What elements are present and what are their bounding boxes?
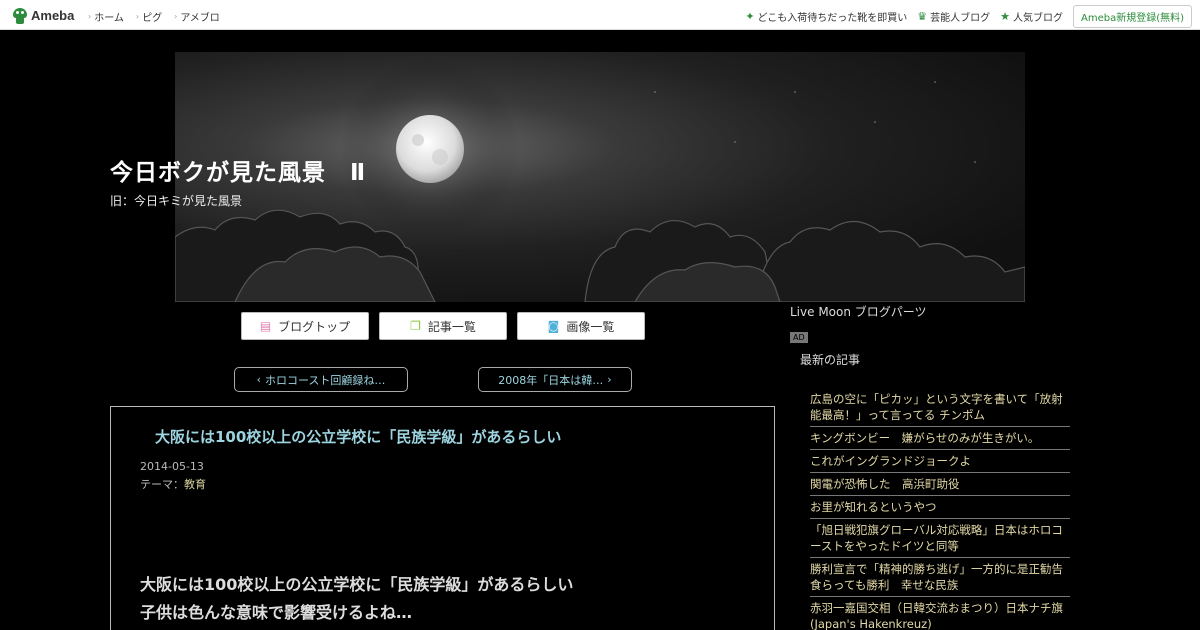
blog-tabs: ▤ ブログトップ ❐ 記事一覧 ◙ 画像一覧 [241, 312, 645, 340]
popular-blog-link[interactable]: ★ 人気ブログ [1000, 9, 1063, 24]
register-button[interactable]: Ameba新規登録(無料) [1072, 5, 1192, 28]
list-item[interactable]: キングボンビー 嫌がらせのみが生きがい。 [810, 427, 1070, 450]
chevron-right-icon: › [135, 12, 140, 21]
article-body-line: 子供は色んな意味で影響受けるよね… [140, 603, 413, 622]
tab-image-list-label: 画像一覧 [566, 319, 615, 334]
top-right-links: ✦ どこも入荷待ちだった靴を即買い ♛ 芸能人ブログ ★ 人気ブログ Ameba新規登… [745, 5, 1192, 28]
crown-icon: ♛ [917, 10, 928, 23]
ameba-topbar: Ameba › ホーム › ピグ › アメブロ ✦ どこも入荷待ちだった靴を即買い ♛ 芸… [0, 0, 1200, 30]
nav-ameblo[interactable]: › アメブロ [174, 9, 220, 24]
chevron-right-icon: › [174, 12, 178, 21]
list-item[interactable]: 赤羽一嘉国交相（日韓交流おまつり）日本ナチ旗(Japan's Hakenkreu… [810, 597, 1070, 630]
sidebar-parts-title[interactable]: Live Moon ブログパーツ [790, 303, 927, 320]
next-article-label: 2008年「日本は韓… [498, 373, 604, 387]
list-item[interactable]: 関電が恐怖した 高浜町助役 [810, 473, 1070, 496]
theme-label: テーマ： [140, 478, 184, 491]
chevron-right-icon: › [88, 12, 92, 21]
ad-badge: AD [790, 332, 808, 343]
promo-link[interactable]: ✦ どこも入荷待ちだった靴を即買い [745, 9, 907, 24]
recent-articles-heading: 最新の記事 [800, 353, 861, 367]
document-icon: ▤ [259, 319, 272, 333]
nav-home-label: ホーム [94, 13, 124, 24]
prev-article-button[interactable]: ‹ ホロコースト回顧録ね… [234, 367, 408, 392]
blog-title[interactable]: 今日ボクが見た風景 Ⅱ [110, 153, 366, 187]
article-date: 2014-05-13 [140, 460, 204, 473]
chevron-right-icon: › [607, 373, 612, 386]
top-nav: › ホーム › ピグ › アメブロ [88, 9, 220, 24]
sparkle-icon: ✦ [745, 10, 755, 23]
chevron-left-icon: ‹ [256, 373, 261, 386]
tab-article-list-label: 記事一覧 [427, 319, 476, 334]
popular-blog-label: 人気ブログ [1012, 13, 1063, 24]
star-icon: ★ [1000, 10, 1010, 23]
nav-home[interactable]: › ホーム [88, 9, 124, 24]
article-title[interactable]: 大阪には100校以上の公立学校に「民族学級」があるらしい [155, 426, 561, 447]
copy-icon: ❐ [410, 319, 421, 333]
next-article-button[interactable]: 2008年「日本は韓… › [478, 367, 632, 392]
nav-ameblo-label: アメブロ [180, 13, 220, 24]
list-item[interactable]: 「旭日戦犯旗グローバル対応戦略」日本はホロコーストをやったドイツと同等 [810, 519, 1070, 558]
prev-article-label: ホロコースト回顧録ね… [264, 373, 386, 387]
camera-icon: ◙ [547, 319, 560, 333]
celebrity-blog-link[interactable]: ♛ 芸能人ブログ [917, 9, 990, 24]
tab-blog-top-label: ブログトップ [278, 319, 351, 334]
tab-image-list[interactable]: ◙ 画像一覧 [517, 312, 645, 340]
list-item[interactable]: これがイングランドジョークよ [810, 450, 1070, 473]
tab-article-list[interactable]: ❐ 記事一覧 [379, 312, 507, 340]
article-body-line: 大阪には100校以上の公立学校に「民族学級」があるらしい [140, 575, 574, 594]
article: 大阪には100校以上の公立学校に「民族学級」があるらしい 2014-05-13 … [110, 406, 775, 630]
theme-link[interactable]: 教育 [184, 478, 206, 491]
article-theme: テーマ：教育 [140, 476, 206, 492]
celebrity-blog-label: 芸能人ブログ [930, 13, 991, 24]
logo-text: Ameba [31, 7, 75, 23]
list-item[interactable]: お里が知れるというやつ [810, 496, 1070, 519]
blog-subtitle: 旧：今日キミが見た風景 [110, 194, 243, 208]
tab-blog-top[interactable]: ▤ ブログトップ [241, 312, 369, 340]
nav-pigg-label: ピグ [142, 13, 163, 24]
ameba-mascot-icon [12, 6, 28, 24]
nav-pigg[interactable]: › ピグ [136, 9, 162, 24]
recent-articles-list: 広島の空に「ピカッ」という文字を書いて「放射能最高！」って言ってる チンポム キ… [810, 388, 1070, 630]
list-item[interactable]: 勝利宣言で「精神的勝ち逃げ」一方的に是正勧告食らっても勝利 幸せな民族 [810, 558, 1070, 597]
list-item[interactable]: 広島の空に「ピカッ」という文字を書いて「放射能最高！」って言ってる チンポム [810, 388, 1070, 427]
promo-link-label: どこも入荷待ちだった靴を即買い [757, 13, 908, 24]
ameba-logo[interactable]: Ameba [12, 5, 74, 25]
